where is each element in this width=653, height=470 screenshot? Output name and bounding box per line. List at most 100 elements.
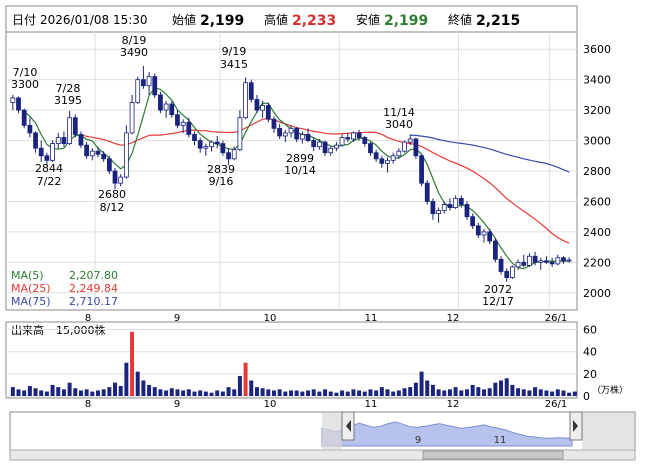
candle <box>243 77 248 120</box>
volume-bar <box>22 390 27 396</box>
candle-body <box>186 121 192 135</box>
candle-body <box>322 141 328 154</box>
candle-body <box>339 137 345 146</box>
price-tick-label: 2600 <box>583 195 611 208</box>
candle-body <box>175 114 180 126</box>
volume-bar <box>572 391 577 396</box>
candle-body <box>89 150 95 157</box>
candle-body <box>561 257 566 262</box>
volume-bar <box>340 390 345 396</box>
candle-body <box>379 158 385 164</box>
volume-bar <box>39 390 44 396</box>
candle-body <box>118 176 124 184</box>
close-label: 終値 <box>448 12 472 27</box>
chart-svg: 日付 2026/01/08 15:30 始値 2,199 高値 2,233 安値… <box>5 5 636 461</box>
volume-bar <box>561 390 566 396</box>
volume-bar <box>78 390 83 396</box>
volume-bar <box>459 390 464 396</box>
volume-bar <box>283 391 288 396</box>
candle-body <box>328 147 334 154</box>
candle-body <box>538 260 544 263</box>
candle <box>510 265 515 280</box>
volume-x-tick-label: 10 <box>264 399 277 410</box>
candle-body <box>334 144 339 149</box>
navigator-shade-right <box>582 413 634 449</box>
navigator-right-handle[interactable] <box>569 411 583 441</box>
candle-body <box>67 117 72 144</box>
volume-bar <box>368 389 373 396</box>
candle-body <box>311 140 317 148</box>
candle-body <box>544 260 549 263</box>
candle <box>498 256 504 275</box>
candle <box>106 155 112 175</box>
volume-tick-label: 40 <box>583 346 597 359</box>
candle-body <box>373 152 379 160</box>
volume-bar <box>311 389 316 396</box>
navigator-left-handle[interactable] <box>341 411 355 441</box>
candle-body <box>135 79 141 103</box>
volume-bar <box>107 387 112 396</box>
volume-bar <box>300 391 305 396</box>
navigator-scroll-thumb[interactable] <box>422 450 564 460</box>
volume-x-axis: 8 9 10 11 12 26/1 <box>85 399 567 410</box>
candle-body <box>299 134 305 140</box>
volume-tick-label: 60 <box>583 324 597 337</box>
volume-bar <box>113 382 118 396</box>
volume-bar <box>84 389 89 396</box>
volume-bar <box>527 390 532 396</box>
candle-body <box>487 231 493 242</box>
candle-body <box>390 155 396 161</box>
candle <box>464 201 470 220</box>
volume-bar <box>334 392 339 396</box>
candle-body <box>277 127 283 137</box>
candle-body <box>294 127 300 140</box>
volume-bar <box>10 387 15 396</box>
volume-bar <box>130 331 135 396</box>
candle-body <box>214 141 220 144</box>
volume-bar <box>271 390 276 396</box>
volume-bar <box>90 391 95 396</box>
candle-body <box>424 182 430 202</box>
volume-bar <box>357 390 362 396</box>
volume-bar <box>413 382 418 396</box>
annotation-value: 3490 <box>120 46 148 59</box>
ma25-label: MA(25) <box>11 282 51 295</box>
candle-body <box>356 132 362 138</box>
candle-body <box>475 225 481 236</box>
candle-body <box>345 137 351 140</box>
candle-body <box>492 240 498 260</box>
candle-body <box>243 82 248 119</box>
volume-bar <box>391 391 396 396</box>
candle-body <box>112 170 118 184</box>
volume-bar <box>419 371 424 396</box>
volume-bar <box>328 391 333 396</box>
volume-bar <box>220 391 225 396</box>
volume-bar <box>56 387 61 396</box>
candle-body <box>33 132 38 149</box>
volume-bar <box>96 390 100 396</box>
price-tick-label: 3400 <box>583 74 611 87</box>
volume-bar <box>504 378 509 396</box>
volume-bar <box>215 390 220 396</box>
candle-body <box>470 216 476 227</box>
candle-body <box>464 204 470 218</box>
annotation-value: 2680 <box>98 188 126 201</box>
volume-bar <box>510 384 515 396</box>
volume-bar <box>169 388 174 396</box>
candle-body <box>282 132 288 137</box>
candle-body <box>203 146 209 149</box>
candle-body <box>441 204 447 211</box>
volume-bar <box>67 382 72 396</box>
candle-body <box>527 255 532 266</box>
volume-bar <box>402 388 407 396</box>
volume-unit: （万株） <box>592 384 628 396</box>
volume-bar <box>567 392 572 396</box>
open-value: 2,199 <box>200 13 244 29</box>
candle-body <box>368 143 373 154</box>
navigator-tick-9: 9 <box>415 435 421 446</box>
candle-body <box>95 150 101 155</box>
volume-bar <box>487 388 492 396</box>
volume-bar <box>516 388 521 396</box>
volume-bar <box>203 391 208 396</box>
volume-tick-label: 20 <box>583 368 597 381</box>
